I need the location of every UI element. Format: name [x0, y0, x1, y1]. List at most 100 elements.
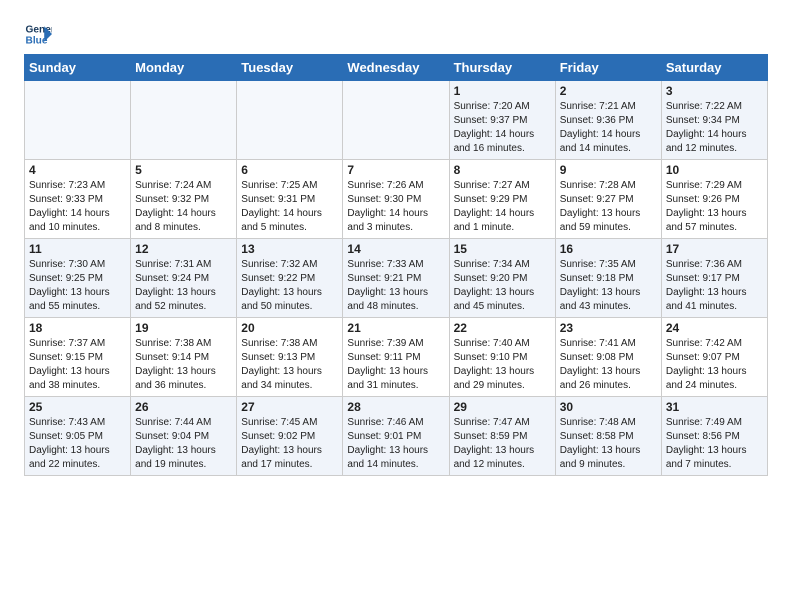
day-info: Sunrise: 7:43 AMSunset: 9:05 PMDaylight:… — [29, 416, 126, 472]
day-number: 26 — [135, 400, 232, 414]
calendar-cell — [343, 81, 449, 160]
day-number: 5 — [135, 163, 232, 177]
calendar-cell: 2 Sunrise: 7:21 AMSunset: 9:36 PMDaylight… — [555, 81, 661, 160]
day-number: 22 — [454, 321, 551, 335]
day-number: 25 — [29, 400, 126, 414]
weekday-saturday: Saturday — [661, 55, 767, 81]
calendar-cell: 26 Sunrise: 7:44 AMSunset: 9:04 PMDayligh… — [131, 397, 237, 476]
weekday-wednesday: Wednesday — [343, 55, 449, 81]
calendar-cell: 16 Sunrise: 7:35 AMSunset: 9:18 PMDayligh… — [555, 239, 661, 318]
calendar-cell: 10Sunrise: 7:29 AMSunset: 9:26 PMDayligh… — [661, 160, 767, 239]
day-info: Sunrise: 7:22 AMSunset: 9:34 PMDaylight:… — [666, 100, 763, 156]
day-number: 8 — [454, 163, 551, 177]
calendar-cell: 9Sunrise: 7:28 AMSunset: 9:27 PMDaylight… — [555, 160, 661, 239]
calendar-cell: 8 Sunrise: 7:27 AMSunset: 9:29 PMDaylight… — [449, 160, 555, 239]
week-row-5: 25 Sunrise: 7:43 AMSunset: 9:05 PMDayligh… — [25, 397, 768, 476]
day-number: 21 — [347, 321, 444, 335]
calendar-cell: 13 Sunrise: 7:32 AMSunset: 9:22 PMDayligh… — [237, 239, 343, 318]
weekday-sunday: Sunday — [25, 55, 131, 81]
day-info: Sunrise: 7:45 AMSunset: 9:02 PMDaylight:… — [241, 416, 338, 472]
day-number: 13 — [241, 242, 338, 256]
weekday-monday: Monday — [131, 55, 237, 81]
day-info: Sunrise: 7:30 AMSunset: 9:25 PMDaylight:… — [29, 258, 126, 314]
day-info: Sunrise: 7:27 AMSunset: 9:29 PMDaylight:… — [454, 179, 551, 235]
day-number: 24 — [666, 321, 763, 335]
day-info: Sunrise: 7:23 AMSunset: 9:33 PMDaylight:… — [29, 179, 126, 235]
day-number: 30 — [560, 400, 657, 414]
day-info: Sunrise: 7:29 AMSunset: 9:26 PMDaylight:… — [666, 179, 763, 235]
week-row-4: 18 Sunrise: 7:37 AMSunset: 9:15 PMDayligh… — [25, 318, 768, 397]
day-number: 4 — [29, 163, 126, 177]
calendar-cell: 21 Sunrise: 7:39 AMSunset: 9:11 PMDayligh… — [343, 318, 449, 397]
day-info: Sunrise: 7:21 AMSunset: 9:36 PMDaylight:… — [560, 100, 657, 156]
calendar-cell: 23Sunrise: 7:41 AMSunset: 9:08 PMDayligh… — [555, 318, 661, 397]
calendar: SundayMondayTuesdayWednesdayThursdayFrid… — [24, 54, 768, 476]
calendar-cell: 20Sunrise: 7:38 AMSunset: 9:13 PMDayligh… — [237, 318, 343, 397]
calendar-cell: 6 Sunrise: 7:25 AMSunset: 9:31 PMDaylight… — [237, 160, 343, 239]
day-info: Sunrise: 7:33 AMSunset: 9:21 PMDaylight:… — [347, 258, 444, 314]
calendar-cell: 30 Sunrise: 7:48 AMSunset: 8:58 PMDayligh… — [555, 397, 661, 476]
day-info: Sunrise: 7:31 AMSunset: 9:24 PMDaylight:… — [135, 258, 232, 314]
day-info: Sunrise: 7:35 AMSunset: 9:18 PMDaylight:… — [560, 258, 657, 314]
calendar-cell: 24 Sunrise: 7:42 AMSunset: 9:07 PMDayligh… — [661, 318, 767, 397]
day-info: Sunrise: 7:36 AMSunset: 9:17 PMDaylight:… — [666, 258, 763, 314]
page: General Blue SundayMondayTuesdayWednesda… — [0, 0, 792, 496]
calendar-cell: 31Sunrise: 7:49 AMSunset: 8:56 PMDayligh… — [661, 397, 767, 476]
calendar-cell: 19 Sunrise: 7:38 AMSunset: 9:14 PMDayligh… — [131, 318, 237, 397]
logo-icon: General Blue — [24, 20, 52, 48]
day-number: 17 — [666, 242, 763, 256]
calendar-cell: 15 Sunrise: 7:34 AMSunset: 9:20 PMDayligh… — [449, 239, 555, 318]
header: General Blue — [24, 20, 768, 48]
calendar-cell: 28Sunrise: 7:46 AMSunset: 9:01 PMDayligh… — [343, 397, 449, 476]
day-info: Sunrise: 7:39 AMSunset: 9:11 PMDaylight:… — [347, 337, 444, 393]
day-number: 19 — [135, 321, 232, 335]
calendar-cell — [131, 81, 237, 160]
calendar-cell: 1 Sunrise: 7:20 AMSunset: 9:37 PMDaylight… — [449, 81, 555, 160]
day-info: Sunrise: 7:26 AMSunset: 9:30 PMDaylight:… — [347, 179, 444, 235]
day-number: 29 — [454, 400, 551, 414]
day-info: Sunrise: 7:42 AMSunset: 9:07 PMDaylight:… — [666, 337, 763, 393]
day-info: Sunrise: 7:38 AMSunset: 9:13 PMDaylight:… — [241, 337, 338, 393]
calendar-cell: 18 Sunrise: 7:37 AMSunset: 9:15 PMDayligh… — [25, 318, 131, 397]
day-info: Sunrise: 7:48 AMSunset: 8:58 PMDaylight:… — [560, 416, 657, 472]
weekday-thursday: Thursday — [449, 55, 555, 81]
day-number: 1 — [454, 84, 551, 98]
calendar-cell: 22 Sunrise: 7:40 AMSunset: 9:10 PMDayligh… — [449, 318, 555, 397]
day-number: 15 — [454, 242, 551, 256]
day-info: Sunrise: 7:38 AMSunset: 9:14 PMDaylight:… — [135, 337, 232, 393]
day-number: 12 — [135, 242, 232, 256]
day-number: 18 — [29, 321, 126, 335]
day-number: 7 — [347, 163, 444, 177]
calendar-cell — [25, 81, 131, 160]
day-info: Sunrise: 7:34 AMSunset: 9:20 PMDaylight:… — [454, 258, 551, 314]
weekday-friday: Friday — [555, 55, 661, 81]
day-info: Sunrise: 7:44 AMSunset: 9:04 PMDaylight:… — [135, 416, 232, 472]
weekday-tuesday: Tuesday — [237, 55, 343, 81]
day-number: 16 — [560, 242, 657, 256]
calendar-cell: 4 Sunrise: 7:23 AMSunset: 9:33 PMDaylight… — [25, 160, 131, 239]
calendar-cell: 3 Sunrise: 7:22 AMSunset: 9:34 PMDaylight… — [661, 81, 767, 160]
day-info: Sunrise: 7:32 AMSunset: 9:22 PMDaylight:… — [241, 258, 338, 314]
day-info: Sunrise: 7:37 AMSunset: 9:15 PMDaylight:… — [29, 337, 126, 393]
day-info: Sunrise: 7:25 AMSunset: 9:31 PMDaylight:… — [241, 179, 338, 235]
calendar-cell — [237, 81, 343, 160]
day-number: 6 — [241, 163, 338, 177]
week-row-2: 4 Sunrise: 7:23 AMSunset: 9:33 PMDaylight… — [25, 160, 768, 239]
day-number: 14 — [347, 242, 444, 256]
week-row-3: 11 Sunrise: 7:30 AMSunset: 9:25 PMDayligh… — [25, 239, 768, 318]
day-number: 2 — [560, 84, 657, 98]
day-info: Sunrise: 7:40 AMSunset: 9:10 PMDaylight:… — [454, 337, 551, 393]
day-number: 23 — [560, 321, 657, 335]
calendar-cell: 17 Sunrise: 7:36 AMSunset: 9:17 PMDayligh… — [661, 239, 767, 318]
day-info: Sunrise: 7:47 AMSunset: 8:59 PMDaylight:… — [454, 416, 551, 472]
day-number: 28 — [347, 400, 444, 414]
day-number: 11 — [29, 242, 126, 256]
day-number: 31 — [666, 400, 763, 414]
day-info: Sunrise: 7:20 AMSunset: 9:37 PMDaylight:… — [454, 100, 551, 156]
week-row-1: 1 Sunrise: 7:20 AMSunset: 9:37 PMDaylight… — [25, 81, 768, 160]
day-number: 3 — [666, 84, 763, 98]
calendar-cell: 7 Sunrise: 7:26 AMSunset: 9:30 PMDaylight… — [343, 160, 449, 239]
calendar-cell: 27Sunrise: 7:45 AMSunset: 9:02 PMDayligh… — [237, 397, 343, 476]
day-info: Sunrise: 7:28 AMSunset: 9:27 PMDaylight:… — [560, 179, 657, 235]
calendar-cell: 12 Sunrise: 7:31 AMSunset: 9:24 PMDayligh… — [131, 239, 237, 318]
